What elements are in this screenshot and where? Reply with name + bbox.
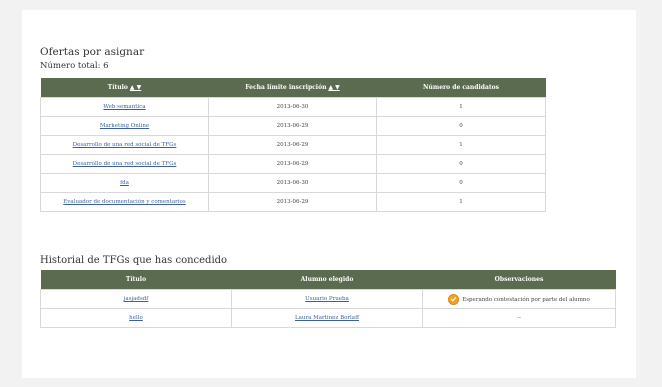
history-observation-cell: -- <box>422 308 616 328</box>
offer-row: Web semantica 2013-06-30 1 <box>40 97 546 117</box>
offer-title-link[interactable]: Evaluador de documentación y comentarios <box>63 199 185 205</box>
check-badge-icon <box>448 293 460 305</box>
offer-title-link[interactable]: Desarrollo de una red social de TFGs <box>73 161 177 167</box>
offer-row: Evaluador de documentación y comentarios… <box>40 192 546 212</box>
offers-heading: Ofertas por asignar <box>40 46 145 58</box>
offers-col-title: Título ▲ ▼ <box>40 78 209 98</box>
offer-deadline-cell: 2013-06-29 <box>208 154 377 174</box>
history-student-link[interactable]: Usuario Prueba <box>305 296 349 302</box>
history-heading: Historial de TFGs que has concedido <box>40 255 228 266</box>
history-title-cell: hello <box>40 308 232 328</box>
history-student-cell: Laura Martinez Borlaff <box>231 308 423 328</box>
offer-title-cell: fda <box>40 173 209 193</box>
history-title-cell: jasjadsdf <box>40 289 232 309</box>
history-table: Título Alumno elegido Observaciones jasj… <box>40 270 616 328</box>
offers-total: Número total: 6 <box>40 61 109 71</box>
offer-title-cell: Web semantica <box>40 97 209 117</box>
offer-deadline-cell: 2013-06-30 <box>208 173 377 193</box>
history-col-observations: Observaciones <box>422 270 616 290</box>
offer-deadline-cell: 2013-06-29 <box>208 135 377 155</box>
offer-title-link[interactable]: Marketing Online <box>100 123 149 129</box>
offer-title-link[interactable]: Web semantica <box>103 104 145 110</box>
sort-title-icon[interactable]: ▲ ▼ <box>130 84 141 91</box>
offer-candidates-cell: 0 <box>376 154 546 174</box>
offer-candidates-cell: 1 <box>376 192 546 212</box>
history-row: jasjadsdf Usuario Prueba Esperando contest… <box>40 289 616 309</box>
offer-candidates-cell: 0 <box>376 173 546 193</box>
history-observation-text: Esperando contestación por parte del alu… <box>462 296 590 303</box>
history-col-student: Alumno elegido <box>231 270 423 290</box>
offer-title-link[interactable]: fda <box>120 180 129 186</box>
offer-row: Marketing Online 2013-06-29 0 <box>40 116 546 136</box>
offer-title-cell: Desarrollo de una red social de TFGs <box>40 135 209 155</box>
offer-deadline-cell: 2013-06-29 <box>208 116 377 136</box>
offer-title-cell: Desarrollo de una red social de TFGs <box>40 154 209 174</box>
offer-row: Desarrollo de una red social de TFGs 2013… <box>40 154 546 174</box>
offers-col-deadline: Fecha límite inscripción ▲ ▼ <box>208 78 377 98</box>
offer-title-cell: Evaluador de documentación y comentarios <box>40 192 209 212</box>
offer-row: fda 2013-06-30 0 <box>40 173 546 193</box>
offer-deadline-cell: 2013-06-29 <box>208 192 377 212</box>
offer-title-cell: Marketing Online <box>40 116 209 136</box>
offers-col-candidates: Número de candidatos <box>376 78 546 98</box>
sort-deadline-icon[interactable]: ▲ ▼ <box>328 84 339 91</box>
history-row: hello Laura Martinez Borlaff -- <box>40 308 616 328</box>
history-col-title: Título <box>40 270 232 290</box>
offers-table: Título ▲ ▼ Fecha límite inscripción ▲ ▼ Nú… <box>40 78 546 212</box>
offer-candidates-cell: 1 <box>376 135 546 155</box>
history-header-row: Título Alumno elegido Observaciones <box>40 270 616 290</box>
history-title-link[interactable]: hello <box>129 315 143 321</box>
history-student-link[interactable]: Laura Martinez Borlaff <box>295 315 359 321</box>
offer-deadline-cell: 2013-06-30 <box>208 97 377 117</box>
history-observation-cell: Esperando contestación por parte del alu… <box>422 289 616 309</box>
offer-candidates-cell: 1 <box>376 97 546 117</box>
history-student-cell: Usuario Prueba <box>231 289 423 309</box>
offers-header-row: Título ▲ ▼ Fecha límite inscripción ▲ ▼ Nú… <box>40 78 546 98</box>
history-title-link[interactable]: jasjadsdf <box>124 296 149 302</box>
offer-row: Desarrollo de una red social de TFGs 2013… <box>40 135 546 155</box>
offer-title-link[interactable]: Desarrollo de una red social de TFGs <box>73 142 177 148</box>
offer-candidates-cell: 0 <box>376 116 546 136</box>
history-observation-text: -- <box>517 315 521 321</box>
